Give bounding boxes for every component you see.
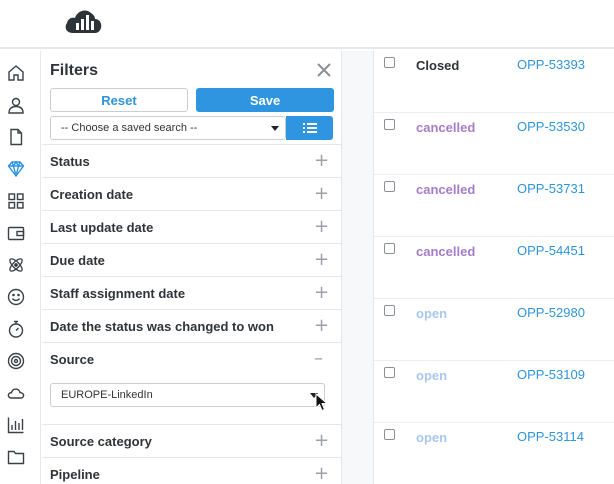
list-gutter [342, 51, 374, 484]
user-icon[interactable] [6, 95, 26, 115]
list-icon [302, 123, 317, 133]
opportunity-id-link[interactable]: OPP-53109 [517, 367, 585, 382]
row-checkbox[interactable] [384, 243, 395, 254]
bar-chart-icon[interactable] [6, 415, 26, 435]
chevron-down-icon [271, 126, 279, 131]
table-row[interactable]: cancelled OPP-54451 [374, 237, 614, 299]
status-badge: open [416, 430, 448, 445]
filter-label: Staff assignment date [50, 286, 186, 301]
home-icon[interactable] [6, 63, 26, 83]
opportunity-list: Closed OPP-53393 cancelled OPP-53530 can… [342, 51, 614, 484]
filters-title: Filters [50, 62, 99, 79]
stopwatch-icon[interactable] [6, 319, 26, 339]
filter-row-source-category[interactable]: Source category + [42, 424, 342, 457]
status-badge: cancelled [416, 182, 476, 197]
expand-icon[interactable]: + [314, 150, 329, 171]
opportunity-id-link[interactable]: OPP-52980 [517, 305, 585, 320]
collapse-icon[interactable]: – [314, 348, 323, 369]
filter-label: Due date [50, 253, 105, 268]
table-row[interactable]: Closed OPP-53393 [374, 51, 614, 113]
expand-icon[interactable]: + [314, 315, 329, 336]
wallet-icon[interactable] [6, 223, 26, 243]
table-row[interactable]: cancelled OPP-53530 [374, 113, 614, 175]
grid-icon[interactable] [6, 191, 26, 211]
table-row[interactable]: open OPP-52980 [374, 299, 614, 361]
opportunity-id-link[interactable]: OPP-53731 [517, 181, 585, 196]
atom-icon[interactable] [6, 255, 26, 275]
filter-row-creation-date[interactable]: Creation date + [42, 177, 342, 210]
smiley-icon[interactable] [6, 287, 26, 307]
row-checkbox[interactable] [384, 429, 395, 440]
expand-icon[interactable]: + [314, 282, 329, 303]
diamond-icon[interactable] [6, 159, 26, 179]
folder-icon[interactable] [6, 447, 26, 467]
cloud-chart-logo[interactable] [64, 6, 102, 34]
reset-button[interactable]: Reset [50, 88, 188, 112]
save-button[interactable]: Save [196, 88, 334, 112]
opportunity-id-link[interactable]: OPP-53530 [517, 119, 585, 134]
status-badge: cancelled [416, 244, 476, 259]
mouse-pointer-icon [315, 393, 329, 412]
row-checkbox[interactable] [384, 367, 395, 378]
filter-label: Pipeline [50, 467, 100, 482]
filter-label: Source category [50, 434, 152, 449]
expand-icon[interactable]: + [314, 216, 329, 237]
status-badge: open [416, 306, 448, 321]
saved-search-value: -- Choose a saved search -- [61, 122, 198, 134]
filter-row-status[interactable]: Status + [42, 144, 342, 177]
filter-label: Date the status was changed to won [50, 319, 274, 334]
row-checkbox[interactable] [384, 305, 395, 316]
opportunity-id-link[interactable]: OPP-54451 [517, 243, 585, 258]
expand-icon[interactable]: + [314, 430, 329, 451]
saved-search-list-button[interactable] [286, 116, 333, 140]
filter-label: Creation date [50, 187, 134, 202]
status-badge: open [416, 368, 448, 383]
expand-icon[interactable]: + [314, 463, 329, 484]
cloud-icon[interactable] [6, 383, 26, 403]
close-icon[interactable] [316, 62, 332, 78]
opportunity-id-link[interactable]: OPP-53393 [517, 57, 585, 72]
expand-icon[interactable]: + [314, 183, 329, 204]
filter-row-last-update-date[interactable]: Last update date + [42, 210, 342, 243]
filter-row-pipeline[interactable]: Pipeline + [42, 457, 342, 484]
row-checkbox[interactable] [384, 57, 395, 68]
table-row[interactable]: open OPP-53114 [374, 423, 614, 484]
table-row[interactable]: cancelled OPP-53731 [374, 175, 614, 237]
saved-search-select[interactable]: -- Choose a saved search -- [50, 116, 286, 140]
opportunity-id-link[interactable]: OPP-53114 [517, 429, 584, 444]
status-badge: Closed [416, 58, 460, 73]
source-select-value: EUROPE-LinkedIn [61, 389, 153, 401]
filters-panel: Filters Reset Save -- Choose a saved sea… [42, 51, 342, 484]
filter-label: Last update date [50, 220, 154, 235]
source-select[interactable]: EUROPE-LinkedIn [50, 383, 325, 407]
expand-icon[interactable]: + [314, 249, 329, 270]
filter-row-status-won-date[interactable]: Date the status was changed to won + [42, 309, 342, 342]
target-icon[interactable] [6, 351, 26, 371]
row-checkbox[interactable] [384, 119, 395, 130]
filter-label: Source [50, 352, 95, 367]
table-row[interactable]: open OPP-53109 [374, 361, 614, 423]
top-bar [0, 0, 614, 49]
filter-row-due-date[interactable]: Due date + [42, 243, 342, 276]
document-icon[interactable] [6, 127, 26, 147]
status-badge: cancelled [416, 120, 476, 135]
filter-row-staff-assignment-date[interactable]: Staff assignment date + [42, 276, 342, 309]
filter-label: Status [50, 154, 90, 169]
row-checkbox[interactable] [384, 181, 395, 192]
icon-rail [0, 51, 41, 484]
